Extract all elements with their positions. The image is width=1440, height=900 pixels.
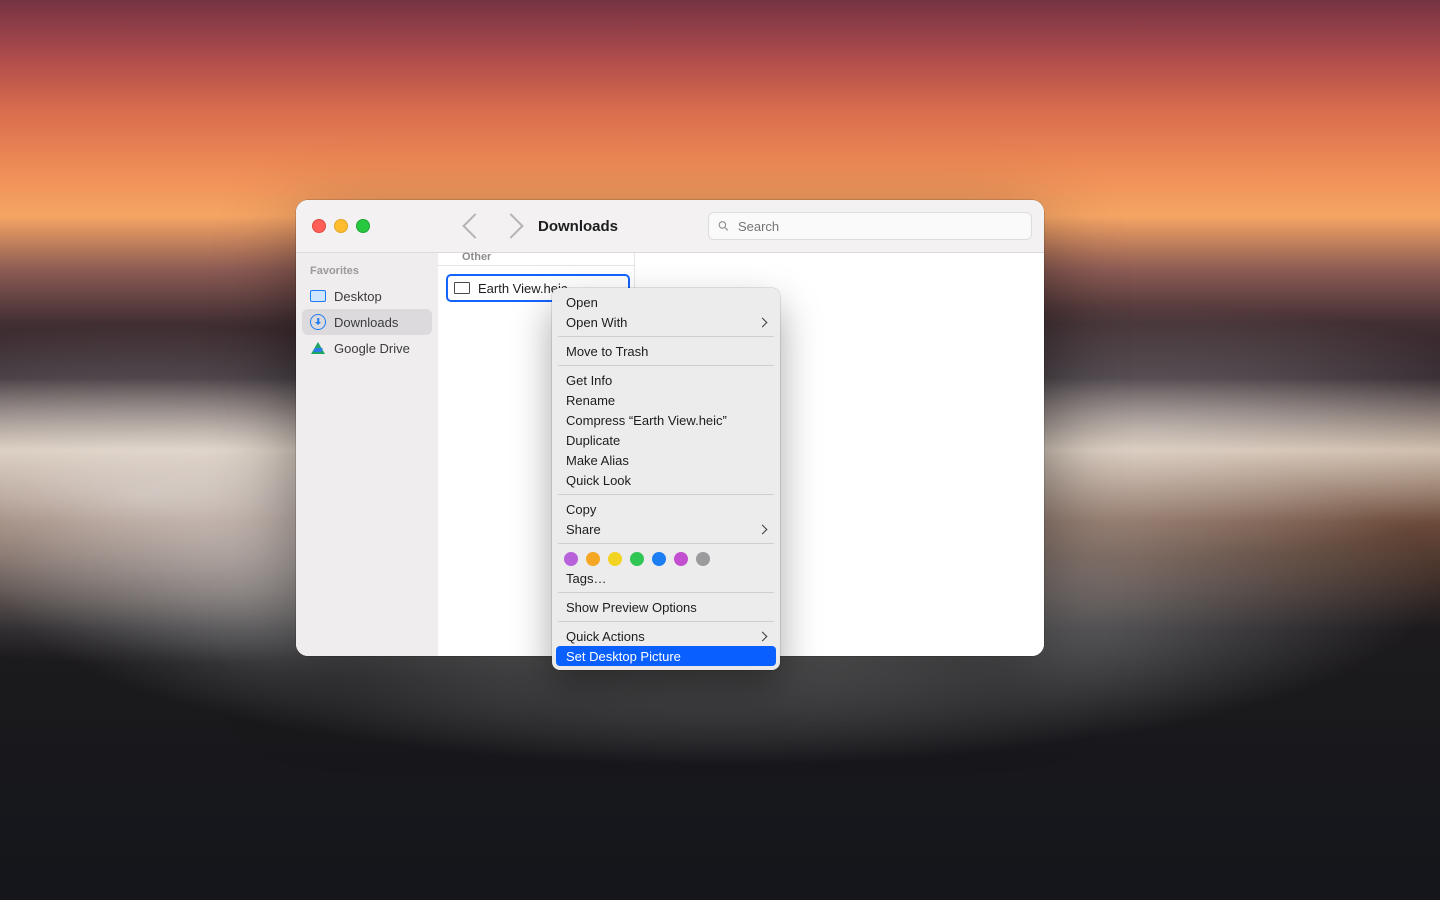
menu-separator [558, 494, 774, 495]
menu-item-label: Open [566, 295, 598, 310]
download-icon [310, 314, 326, 330]
sidebar-item-label: Downloads [334, 315, 398, 330]
sidebar-item-downloads[interactable]: Downloads [302, 309, 432, 335]
menu-item-label: Show Preview Options [566, 600, 697, 615]
context-menu: Open Open With Move to Trash Get Info Rename… [552, 288, 780, 670]
close-window-button[interactable] [312, 219, 326, 233]
tag-color[interactable] [608, 552, 622, 566]
menu-item-label: Set Desktop Picture [566, 649, 681, 664]
menu-separator [558, 543, 774, 544]
tag-color-row [556, 548, 776, 568]
menu-item-label: Quick Look [566, 473, 631, 488]
column-header: Other [438, 253, 634, 266]
group-label: Other [462, 251, 491, 263]
tag-color[interactable] [652, 552, 666, 566]
google-drive-icon [310, 340, 326, 356]
menu-item-duplicate[interactable]: Duplicate [556, 430, 776, 450]
menu-item-quick-look[interactable]: Quick Look [556, 470, 776, 490]
tag-color[interactable] [696, 552, 710, 566]
menu-separator [558, 621, 774, 622]
chevron-right-icon [758, 524, 768, 534]
menu-item-make-alias[interactable]: Make Alias [556, 450, 776, 470]
menu-item-show-preview-options[interactable]: Show Preview Options [556, 597, 776, 617]
menu-item-label: Get Info [566, 373, 612, 388]
sidebar-item-label: Desktop [334, 289, 382, 304]
sidebar: Favorites Desktop Downloads Google Drive [296, 253, 438, 656]
menu-item-compress-earth-view-heic[interactable]: Compress “Earth View.heic” [556, 410, 776, 430]
menu-item-label: Tags… [566, 571, 606, 586]
menu-item-label: Rename [566, 393, 615, 408]
tag-color[interactable] [630, 552, 644, 566]
menu-item-get-info[interactable]: Get Info [556, 370, 776, 390]
menu-item-label: Move to Trash [566, 344, 648, 359]
tag-color[interactable] [564, 552, 578, 566]
tag-color[interactable] [586, 552, 600, 566]
chevron-right-icon [758, 317, 768, 327]
chevron-right-icon [758, 631, 768, 641]
back-button[interactable] [462, 213, 487, 238]
window-title: Downloads [538, 218, 618, 235]
menu-item-set-desktop-picture[interactable]: Set Desktop Picture [556, 646, 776, 666]
nav-buttons [466, 217, 520, 235]
menu-item-label: Open With [566, 315, 627, 330]
menu-separator [558, 336, 774, 337]
menu-item-copy[interactable]: Copy [556, 499, 776, 519]
menu-item-quick-actions[interactable]: Quick Actions [556, 626, 776, 646]
forward-button[interactable] [498, 213, 523, 238]
traffic-lights [312, 219, 370, 233]
menu-item-label: Duplicate [566, 433, 620, 448]
desktop-icon [310, 288, 326, 304]
menu-item-open-with[interactable]: Open With [556, 312, 776, 332]
menu-item-label: Copy [566, 502, 596, 517]
menu-item-label: Quick Actions [566, 629, 645, 644]
titlebar: Downloads [296, 200, 1044, 253]
menu-item-label: Make Alias [566, 453, 629, 468]
sidebar-section-label: Favorites [302, 261, 432, 283]
sidebar-item-google-drive[interactable]: Google Drive [302, 335, 432, 361]
menu-item-label: Compress “Earth View.heic” [566, 413, 727, 428]
image-file-icon [454, 282, 470, 294]
menu-separator [558, 365, 774, 366]
search-field[interactable] [708, 212, 1032, 240]
menu-item-label: Share [566, 522, 601, 537]
tag-color[interactable] [674, 552, 688, 566]
menu-item-rename[interactable]: Rename [556, 390, 776, 410]
menu-separator [558, 592, 774, 593]
search-input[interactable] [736, 218, 1023, 235]
zoom-window-button[interactable] [356, 219, 370, 233]
sidebar-item-label: Google Drive [334, 341, 410, 356]
menu-item-open[interactable]: Open [556, 292, 776, 312]
menu-item-share[interactable]: Share [556, 519, 776, 539]
search-icon [717, 219, 730, 233]
menu-item-move-to-trash[interactable]: Move to Trash [556, 341, 776, 361]
menu-item-tags[interactable]: Tags… [556, 568, 776, 588]
sidebar-item-desktop[interactable]: Desktop [302, 283, 432, 309]
minimize-window-button[interactable] [334, 219, 348, 233]
